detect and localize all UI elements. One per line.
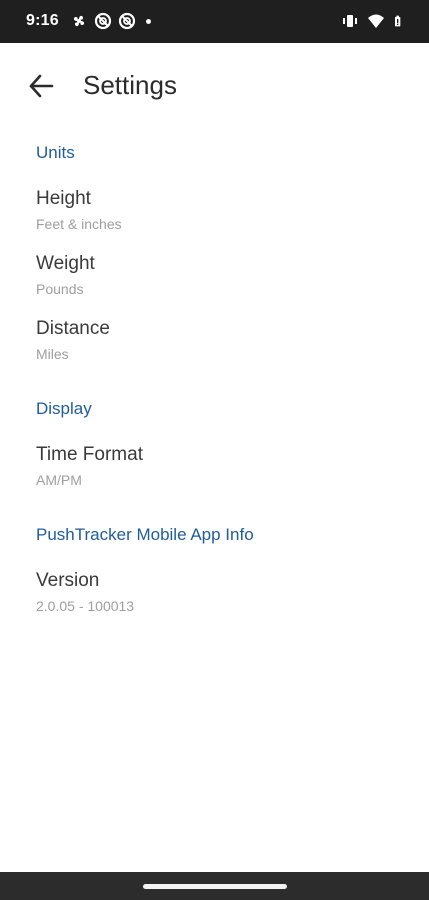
section-header-units: Units [36, 143, 75, 162]
pref-height[interactable]: Height Feet & inches [36, 188, 396, 232]
pref-title: Distance [36, 318, 110, 339]
status-system-icons [341, 12, 405, 30]
page-title: Settings [83, 70, 177, 100]
pref-summary: AM/PM [36, 472, 82, 488]
status-time: 9:16 [26, 12, 59, 29]
pref-time-format[interactable]: Time Format AM/PM [36, 444, 396, 488]
pref-weight[interactable]: Weight Pounds [36, 253, 396, 297]
pref-version[interactable]: Version 2.0.05 - 100013 [36, 570, 396, 614]
pref-title: Height [36, 188, 91, 209]
blocked-notification-icon [94, 12, 112, 30]
dot-icon [146, 18, 151, 24]
pref-title: Time Format [36, 444, 143, 465]
pref-distance[interactable]: Distance Miles [36, 318, 396, 362]
pref-summary: Pounds [36, 281, 84, 297]
section-header-display: Display [36, 399, 92, 418]
status-notification-icons [70, 12, 151, 30]
back-button[interactable] [24, 69, 58, 103]
status-bar: 9:16 [0, 0, 429, 43]
pref-summary: 2.0.05 - 100013 [36, 598, 135, 614]
pref-title: Version [36, 570, 100, 591]
app-bar: Settings [0, 43, 429, 131]
pref-summary: Miles [36, 346, 69, 362]
pref-summary: Feet & inches [36, 216, 122, 232]
section-header-app-info: PushTracker Mobile App Info [36, 525, 254, 544]
battery-icon [395, 15, 401, 27]
vibrate-icon [343, 15, 357, 27]
navigation-bar [0, 872, 429, 900]
pinwheel-icon [73, 15, 85, 27]
wifi-icon [368, 14, 384, 28]
arrow-back-icon [29, 74, 54, 98]
pref-title: Weight [36, 253, 95, 274]
blocked-notification-icon [118, 12, 136, 30]
home-gesture-handle[interactable] [143, 884, 287, 889]
